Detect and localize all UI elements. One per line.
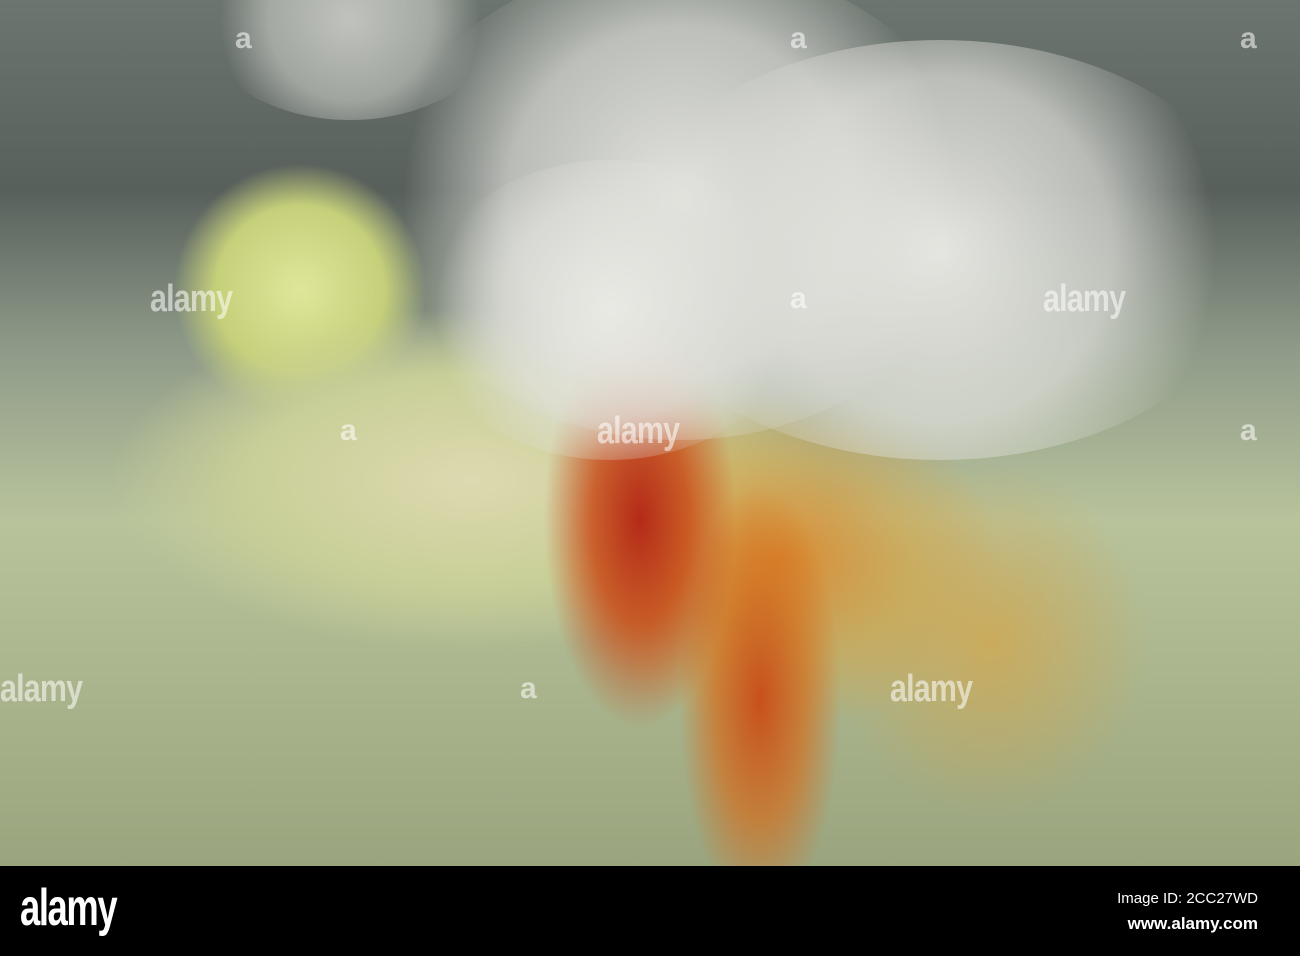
watermark-logo: a [520, 672, 537, 705]
watermark-text: alamy [0, 668, 83, 710]
watermark-text: alamy [150, 278, 233, 320]
watermark-text: alamy [597, 410, 680, 452]
watermark-logo: a [235, 22, 252, 55]
sulfur-fumarole-photo: a a a alamy alamy a alamy a a alamy alam… [0, 0, 1300, 866]
image-id: Image ID: 2CC27WD [1117, 890, 1258, 907]
watermark-text: alamy [890, 668, 973, 710]
watermark-logo: a [790, 282, 807, 315]
watermark-logo: a [790, 22, 807, 55]
watermark-text: alamy [1043, 278, 1126, 320]
stock-photo: a a a alamy alamy a alamy a a alamy alam… [0, 0, 1300, 956]
watermark-logo: a [1240, 22, 1257, 55]
site-url: www.alamy.com [1127, 914, 1258, 933]
watermark-banner: alamy Image ID: 2CC27WD www.alamy.com [0, 866, 1300, 956]
watermark-logo: a [1240, 414, 1257, 447]
watermark-logo: a [340, 414, 357, 447]
alamy-logo: alamy [20, 879, 118, 937]
